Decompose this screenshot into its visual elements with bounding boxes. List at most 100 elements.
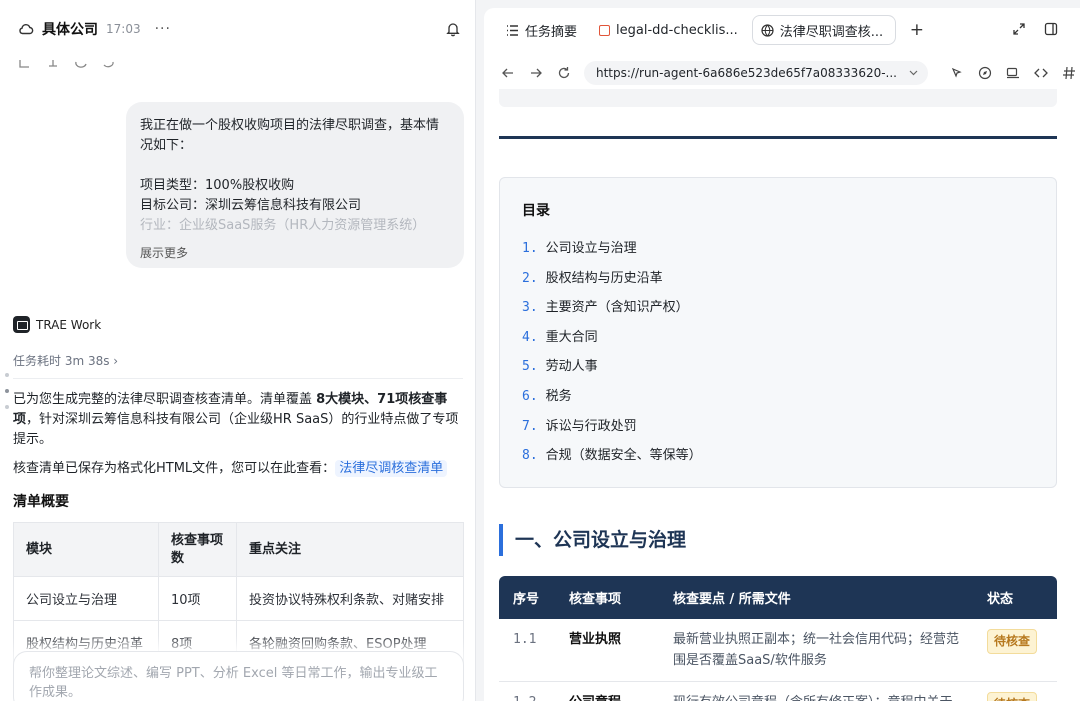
table-cell: 公司设立与治理	[13, 576, 159, 621]
toc-label: 股权结构与历史沿革	[545, 270, 663, 286]
toc-number: 6.	[522, 388, 538, 404]
tab-label: legal-dd-checklis...	[616, 22, 738, 38]
checklist-link[interactable]: 法律尽调核查清单	[335, 460, 448, 477]
message-actions	[18, 60, 116, 70]
hash-icon[interactable]	[1062, 66, 1076, 80]
pointer-icon[interactable]	[950, 66, 964, 80]
toc-label: 诉讼与行政处罚	[545, 418, 637, 434]
window-controls	[1012, 22, 1058, 36]
toc-number: 4.	[522, 329, 538, 345]
toc-number: 1.	[522, 241, 538, 256]
column-header: 核查事项数	[158, 522, 237, 577]
toc-number: 8.	[522, 448, 538, 464]
row-item: 营业执照	[555, 619, 659, 682]
user-message-line: 项目类型：100%股权收购	[140, 178, 295, 193]
address-bar: https://run-agent-6a686e523de65f7a083336…	[484, 58, 1080, 88]
bell-icon[interactable]	[446, 21, 460, 37]
toc-item[interactable]: 1. 公司设立与治理	[522, 234, 1034, 264]
globe-icon	[761, 23, 774, 37]
forward-icon[interactable]	[529, 66, 543, 80]
table-cell: 投资协议特殊权利条款、对赌安排	[236, 576, 464, 621]
more-options-icon[interactable]: ···	[155, 21, 171, 37]
task-duration-toggle[interactable]: 任务耗时 3m 38s ›	[13, 352, 118, 369]
toc-item[interactable]: 3. 主要资产（含知识产权）	[522, 293, 1034, 323]
checklist-table: 序号 核查事项 核查要点 / 所需文件 状态 1.1 营业执照 最新营业执照正副…	[499, 576, 1057, 701]
browser-tools	[950, 66, 1076, 80]
expand-icon[interactable]	[1012, 22, 1026, 36]
row-item: 公司章程	[555, 681, 659, 701]
device-icon[interactable]	[1006, 66, 1020, 80]
tab-legal-dd-page[interactable]: 法律尽职调查核...	[751, 15, 896, 45]
reload-icon[interactable]	[557, 66, 571, 80]
pin-icon[interactable]	[46, 60, 60, 70]
tab-task-summary[interactable]: 任务摘要	[498, 15, 585, 45]
sidebar-toggle-icon[interactable]	[1044, 22, 1058, 36]
table-header-row: 模块 核查事项数 重点关注	[13, 522, 464, 577]
overview-heading: 清单概要	[13, 494, 69, 510]
toc-label: 劳动人事	[545, 359, 598, 375]
chat-input[interactable]: 帮你整理论文综述、编写 PPT、分析 Excel 等日常工作，输出专业级工作成果…	[13, 651, 464, 701]
expand-button[interactable]: 展示更多	[140, 244, 188, 261]
column-header: 核查事项	[555, 576, 659, 619]
new-tab-button[interactable]: +	[910, 20, 924, 40]
toc-label: 主要资产（含知识产权）	[545, 300, 689, 316]
toc-list: 1. 公司设立与治理 2. 股权结构与历史沿革 3. 主要资产（含知识产权） 4. 重大…	[522, 234, 1034, 471]
agent-header: TRAE Work	[13, 316, 101, 333]
column-header: 重点关注	[236, 522, 464, 577]
toc-item[interactable]: 2. 股权结构与历史沿革	[522, 264, 1034, 294]
refresh-icon[interactable]	[74, 60, 88, 70]
toc-item[interactable]: 6. 税务	[522, 382, 1034, 412]
toc-item[interactable]: 5. 劳动人事	[522, 352, 1034, 382]
table-cell: 10项	[158, 576, 237, 621]
copy-icon[interactable]	[18, 60, 32, 70]
row-number: 1.1	[499, 619, 555, 682]
assistant-reply-paragraph: 已为您生成完整的法律尽职调查核查清单。清单覆盖 8大模块、71项核查事项，针对深…	[13, 390, 465, 450]
chat-input-placeholder: 帮你整理论文综述、编写 PPT、分析 Excel 等日常工作，输出专业级工作成果…	[29, 666, 438, 700]
scroll-rail[interactable]	[5, 373, 9, 421]
chat-time: 17:03	[106, 22, 141, 36]
tab-legal-dd-checklist[interactable]: legal-dd-checklis...	[591, 15, 746, 45]
user-message-bubble: 我正在做一个股权收购项目的法律尽职调查，基本情况如下： 项目类型：100%股权收…	[126, 102, 464, 268]
url-text: https://run-agent-6a686e523de65f7a083336…	[596, 66, 897, 80]
tab-label: 法律尽职调查核...	[779, 24, 884, 40]
toc-label: 合规（数据安全、等保等）	[545, 448, 702, 464]
toc-label: 公司设立与治理	[545, 241, 637, 256]
toc-item[interactable]: 4. 重大合同	[522, 323, 1034, 353]
trae-logo-icon	[13, 316, 30, 333]
reply-text: 核查清单已保存为格式化HTML文件，您可以在此查看：	[13, 461, 336, 476]
rail-dot	[5, 373, 9, 377]
tab-label: 任务摘要	[525, 24, 578, 40]
cloud-icon	[19, 23, 34, 35]
toc-number: 5.	[522, 359, 538, 375]
chat-panel: 具体公司 17:03 ··· 我正在做一个股权收购项目的法律尽职调查，基本情况如…	[0, 0, 476, 701]
toc-item[interactable]: 7. 诉讼与行政处罚	[522, 412, 1034, 442]
table-header-row: 序号 核查事项 核查要点 / 所需文件 状态	[499, 576, 1057, 619]
user-message-line: 目标公司：深圳云筹信息科技有限公司	[140, 198, 362, 213]
document-icon	[599, 24, 611, 36]
rail-dot	[5, 389, 9, 393]
toc-title: 目录	[522, 203, 550, 219]
column-header: 模块	[13, 522, 159, 577]
back-icon[interactable]	[501, 66, 515, 80]
section-title: 一、公司设立与治理	[499, 524, 686, 556]
row-description: 最新营业执照正副本；统一社会信用代码；经营范围是否覆盖SaaS/软件服务	[659, 619, 973, 682]
toc-item[interactable]: 8. 合规（数据安全、等保等）	[522, 441, 1034, 471]
url-field[interactable]: https://run-agent-6a686e523de65f7a083336…	[584, 61, 928, 85]
column-header: 序号	[499, 576, 555, 619]
reply-text: ，针对深圳云筹信息科技有限公司（企业级HR SaaS）的行业特点做了专项提示。	[13, 412, 459, 447]
row-status-cell: 待核查	[973, 619, 1057, 682]
web-page[interactable]: 目录 1. 公司设立与治理 2. 股权结构与历史沿革 3. 主要资产（含知识产权） 4…	[484, 88, 1080, 701]
page-top-block	[499, 89, 1057, 107]
reply-text: 已为您生成完整的法律尽职调查核查清单。清单覆盖	[13, 392, 317, 407]
compass-icon[interactable]	[978, 66, 992, 80]
toc-number: 7.	[522, 418, 538, 434]
undo-icon[interactable]	[102, 60, 116, 70]
code-icon[interactable]	[1034, 66, 1048, 80]
chevron-down-icon[interactable]	[909, 68, 918, 77]
browser-panel: 任务摘要 legal-dd-checklis... 法律尽职调查核... + h…	[484, 8, 1080, 701]
tab-bar: 任务摘要 legal-dd-checklis... 法律尽职调查核... +	[484, 8, 1080, 52]
column-header: 状态	[973, 576, 1057, 619]
table-row: 1.2 公司章程 现行有效公司章程（含所有修正案）；章程中关于 待核查	[499, 681, 1057, 701]
agent-name: TRAE Work	[36, 317, 102, 332]
header-rule	[499, 136, 1057, 139]
